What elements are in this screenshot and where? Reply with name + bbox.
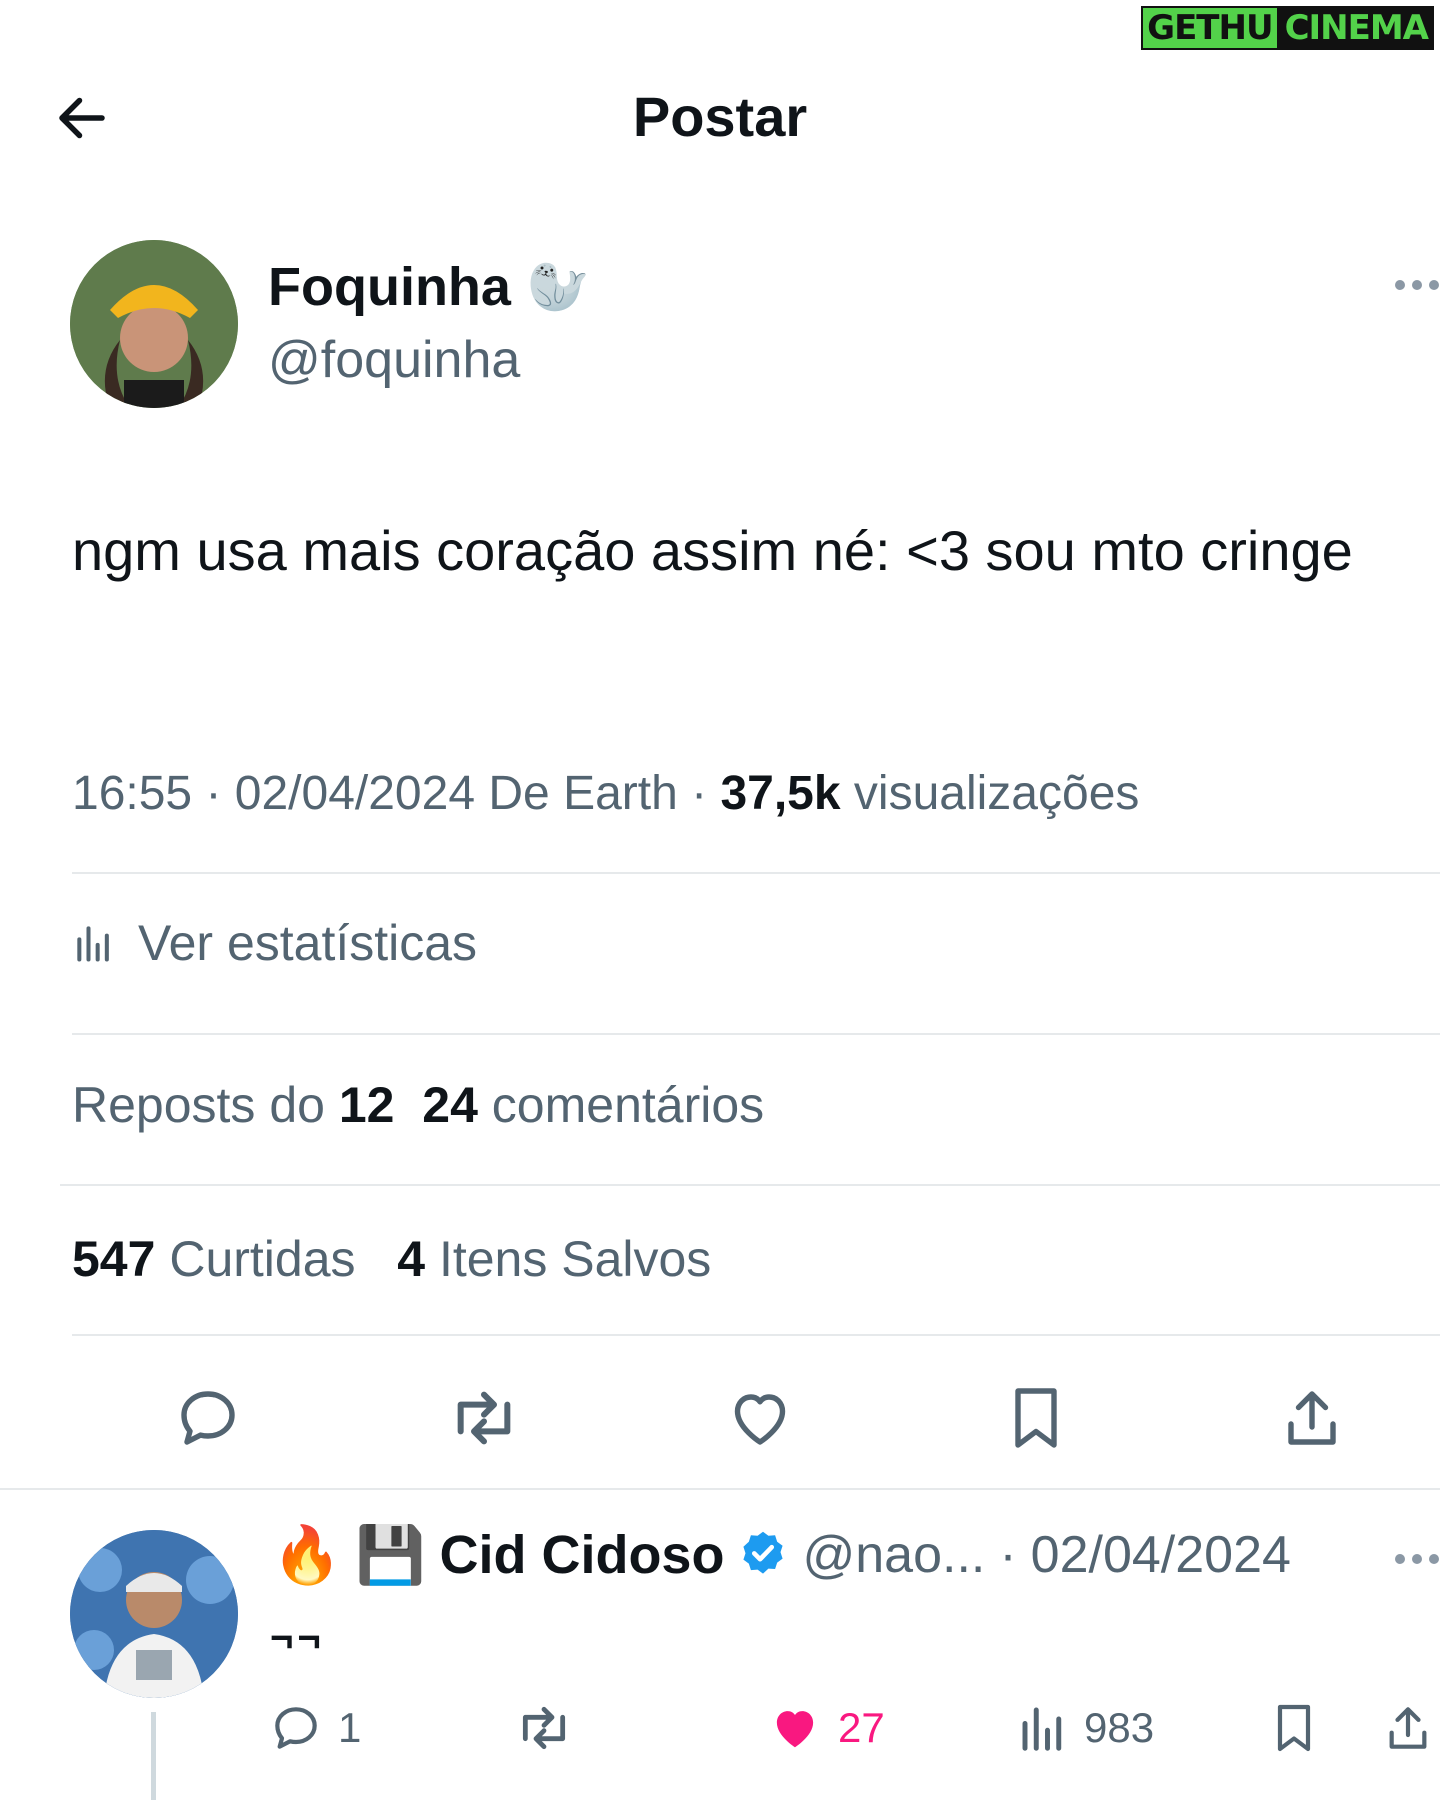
floppy-disk-emoji: 💾	[355, 1523, 426, 1586]
reply-separator: ·	[999, 1526, 1017, 1584]
post-meta: 16:55 · 02/04/2024 De Earth · 37,5k visu…	[72, 767, 1140, 820]
fire-emoji: 🔥	[272, 1523, 342, 1586]
reply-icon[interactable]	[168, 1378, 248, 1458]
reposts-count: 12	[338, 1077, 395, 1133]
likes-label: Curtidas	[169, 1231, 356, 1287]
reply-count: 1	[338, 1704, 362, 1751]
watermark-part2: CINEMA	[1278, 6, 1434, 50]
heart-filled-icon	[776, 1711, 814, 1748]
reply-share-button[interactable]	[1380, 1696, 1436, 1760]
watermark-logo: GETHU CINEMA	[1141, 6, 1434, 50]
watermark-part1: GETHU	[1141, 6, 1279, 50]
bookmark-icon	[1277, 1704, 1311, 1752]
reposts-comments-row[interactable]: Reposts do 12 24 comentários	[72, 1076, 764, 1134]
likes-count: 547	[72, 1231, 156, 1287]
reply-like-count: 27	[838, 1704, 885, 1751]
divider	[60, 1184, 1440, 1186]
comments-count: 24	[422, 1077, 478, 1133]
reply-views-button[interactable]: 983	[1016, 1696, 1154, 1760]
post-text: ngm usa mais coração assim né: <3 sou mt…	[72, 519, 1353, 582]
reply-author-avatar[interactable]	[70, 1530, 238, 1698]
author-name[interactable]: Foquinha 🦭	[268, 256, 589, 318]
author-name-text: Foquinha	[268, 257, 511, 317]
saves-label: Itens Salvos	[438, 1231, 712, 1287]
reply-comment-button[interactable]: 1	[268, 1696, 361, 1760]
reply-header: 🔥 💾 Cid Cidoso @nao... · 02/04/2024	[272, 1522, 1291, 1588]
more-options-icon[interactable]	[1394, 274, 1440, 296]
post-date: 02/04/2024	[234, 767, 476, 820]
more-options-icon[interactable]	[1394, 1548, 1440, 1570]
repost-icon[interactable]	[444, 1378, 524, 1458]
bookmark-icon[interactable]	[996, 1378, 1076, 1458]
reply-action-bar: 1 27 983	[0, 1696, 1440, 1760]
divider	[72, 872, 1440, 874]
reply-author-handle[interactable]: @nao...	[802, 1525, 985, 1585]
analytics-icon	[77, 926, 109, 962]
divider	[0, 1488, 1440, 1490]
post-time: 16:55	[72, 767, 193, 820]
post-location-prefix: De	[488, 767, 550, 820]
reply-icon	[275, 1707, 317, 1749]
analytics-icon	[1022, 1707, 1062, 1751]
like-heart-icon[interactable]	[720, 1378, 800, 1458]
saves-count: 4	[397, 1231, 426, 1287]
views-label: visualizações	[853, 767, 1140, 820]
reply-text: ¬¬	[270, 1616, 325, 1660]
views-count: 37,5k	[720, 767, 841, 820]
likes-saves-row[interactable]: 547 Curtidas 4 Itens Salvos	[72, 1230, 711, 1288]
reply-date[interactable]: 02/04/2024	[1031, 1525, 1291, 1585]
author-avatar[interactable]	[70, 240, 238, 408]
comments-label: comentários	[491, 1077, 765, 1133]
post-location: Earth	[563, 767, 678, 820]
view-stats-label: Ver estatísticas	[138, 915, 478, 971]
divider	[72, 1033, 1440, 1035]
author-handle[interactable]: @foquinha	[268, 330, 520, 390]
reply-author-name[interactable]: Cid Cidoso	[439, 1524, 724, 1586]
divider	[72, 1334, 1440, 1336]
reposts-label: Reposts do	[72, 1077, 325, 1133]
reply-bookmark-button[interactable]	[1266, 1696, 1322, 1760]
reply-like-button[interactable]: 27	[766, 1696, 885, 1760]
page-title: Postar	[632, 85, 808, 148]
verified-badge-icon	[738, 1528, 788, 1583]
post-action-bar	[0, 1378, 1440, 1458]
view-stats-link[interactable]: Ver estatísticas	[72, 914, 477, 972]
repost-icon	[522, 1706, 566, 1750]
seal-emoji: 🦭	[526, 258, 590, 315]
share-icon[interactable]	[1272, 1378, 1352, 1458]
share-icon	[1389, 1707, 1427, 1749]
reply-view-count: 983	[1084, 1704, 1155, 1751]
reply-repost-button[interactable]	[512, 1696, 576, 1760]
